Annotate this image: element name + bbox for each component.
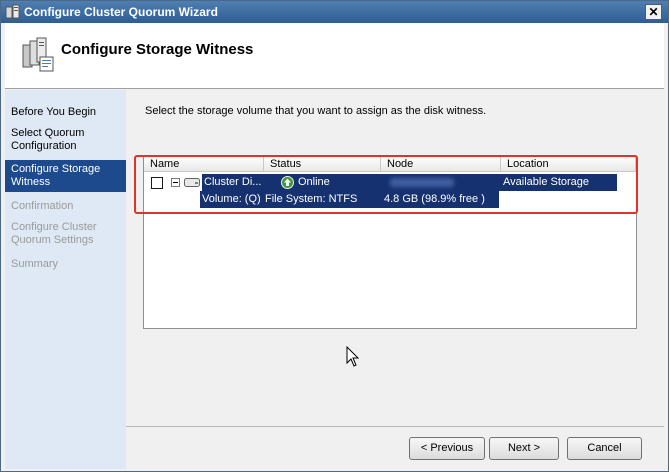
- wizard-content: Select the storage volume that you want …: [126, 90, 664, 426]
- next-button[interactable]: Next >: [489, 437, 559, 460]
- wizard-steps-nav: Before You Begin Select Quorum Configura…: [5, 90, 126, 469]
- nav-step-before-you-begin[interactable]: Before You Begin: [5, 106, 126, 119]
- wizard-cluster-icon: [22, 37, 54, 72]
- page-title: Configure Storage Witness: [61, 41, 254, 58]
- footer-divider: [126, 426, 664, 427]
- nav-step-confirmation: Confirmation: [11, 200, 74, 212]
- mouse-cursor-icon: [346, 346, 360, 367]
- nav-step-configure-quorum-settings: Configure Cluster Quorum Settings: [11, 221, 97, 246]
- close-button[interactable]: ✕: [645, 4, 662, 20]
- wizard-app-icon: [5, 4, 20, 19]
- previous-button[interactable]: < Previous: [409, 437, 485, 460]
- nav-step-configure-storage-witness[interactable]: Configure Storage Witness: [5, 160, 126, 192]
- nav-step-summary: Summary: [11, 258, 59, 270]
- nav-step-select-quorum[interactable]: Select Quorum Configuration: [5, 127, 126, 153]
- wizard-header: Configure Storage Witness: [5, 23, 664, 89]
- title-bar[interactable]: Configure Cluster Quorum Wizard ✕: [1, 1, 668, 23]
- cancel-button[interactable]: Cancel: [567, 437, 642, 460]
- wizard-window: Configure Cluster Quorum Wizard ✕ Config…: [0, 0, 669, 472]
- window-title: Configure Cluster Quorum Wizard: [24, 5, 218, 19]
- instruction-text: Select the storage volume that you want …: [145, 105, 487, 117]
- annotation-highlight-box: [134, 155, 638, 214]
- close-icon: ✕: [648, 5, 659, 19]
